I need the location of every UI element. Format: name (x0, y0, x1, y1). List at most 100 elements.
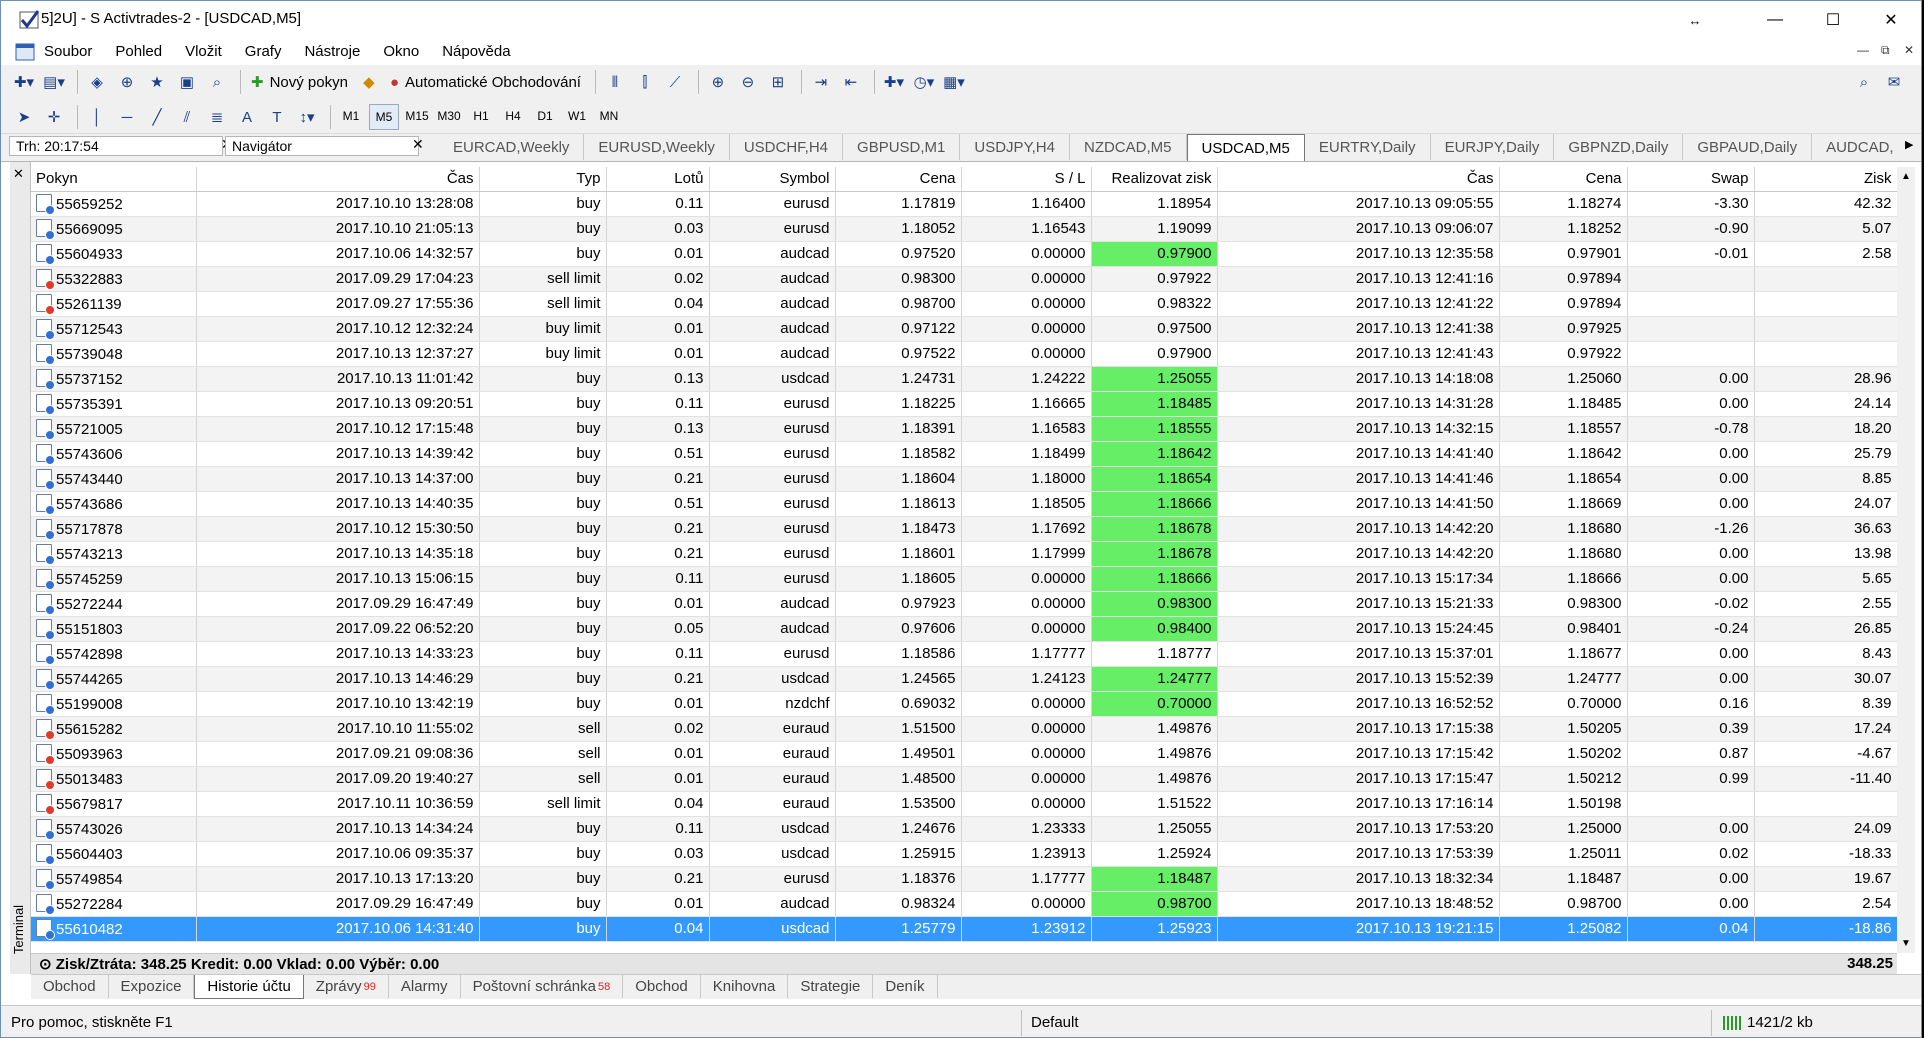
menu-item[interactable]: Nástroje (304, 43, 360, 60)
cursor-icon[interactable]: ➤ (11, 104, 37, 130)
terminal-tab[interactable]: Poštovní schránka 58 (461, 975, 624, 998)
tabs-scroll-right-icon[interactable]: ▶ (1905, 138, 1913, 151)
fibonacci-icon[interactable]: ≣ (204, 104, 230, 130)
column-header[interactable]: Realizovat zisk (1091, 167, 1218, 192)
chart-tab[interactable]: EURUSD,Weekly (584, 134, 730, 160)
navigator-panel-label[interactable]: Navigátor (225, 136, 419, 156)
table-row[interactable]: 55261139 2017.09.27 17:55:36 sell limit 0.0… (31, 291, 1898, 317)
chart-tab[interactable]: EURTRY,Daily (1305, 134, 1431, 160)
timeframe-m15-button[interactable]: M15 (403, 104, 431, 128)
bar-chart-icon[interactable]: ⫴ (602, 69, 628, 95)
table-row[interactable]: 55743606 2017.10.13 14:39:42 buy 0.51 eurusd… (31, 441, 1898, 467)
timeframe-mn-button[interactable]: MN (595, 104, 623, 128)
table-row[interactable]: 55745259 2017.10.13 15:06:15 buy 0.11 eurusd… (31, 566, 1898, 592)
chart-tab[interactable]: AUDCAD,M5 (1812, 134, 1893, 160)
timeframe-h1-button[interactable]: H1 (467, 104, 495, 128)
line-chart-icon[interactable]: ⟋ (662, 69, 688, 95)
close-button[interactable]: ✕ (1863, 1, 1919, 39)
market-watch-icon[interactable]: ◈ (84, 69, 110, 95)
templates-icon[interactable]: ▦▾ (941, 69, 967, 95)
text-label-icon[interactable]: T (264, 104, 290, 130)
table-row[interactable]: 55743213 2017.10.13 14:35:18 buy 0.21 eurusd… (31, 541, 1898, 567)
periods-icon[interactable]: ◷▾ (911, 69, 937, 95)
table-row[interactable]: 55093963 2017.09.21 09:08:36 sell 0.01 eurau… (31, 741, 1898, 767)
chart-tab[interactable]: EURJPY,Daily (1431, 134, 1555, 160)
table-row[interactable]: 55199008 2017.10.10 13:42:19 buy 0.01 nzdchf… (31, 691, 1898, 717)
column-header[interactable]: Lotů (606, 167, 710, 192)
table-row[interactable]: 55712543 2017.10.12 12:32:24 buy limit 0.01… (31, 316, 1898, 342)
column-header[interactable]: Cena (835, 167, 962, 192)
chart-tab[interactable]: GBPNZD,Daily (1554, 134, 1684, 160)
menu-item[interactable]: Pohled (115, 43, 162, 60)
meta-editor-icon[interactable]: ◆ (356, 69, 382, 95)
menu-item[interactable]: Vložit (185, 43, 222, 60)
table-row[interactable]: 55744265 2017.10.13 14:46:29 buy 0.21 usdcad… (31, 666, 1898, 692)
table-row[interactable]: 55669095 2017.10.10 21:05:13 buy 0.03 eurusd… (31, 216, 1898, 242)
new-chart-icon[interactable]: ✚▾ (11, 69, 37, 95)
table-row[interactable]: 55615282 2017.10.10 11:55:02 sell 0.02 eurau… (31, 716, 1898, 742)
table-row[interactable]: 55679817 2017.10.11 10:36:59 sell limit 0.0… (31, 791, 1898, 817)
table-row[interactable]: 55604403 2017.10.06 09:35:37 buy 0.03 usdcad… (31, 841, 1898, 867)
chart-tab[interactable]: NZDCAD,M5 (1070, 134, 1187, 160)
auto-scroll-icon[interactable]: ⇥ (808, 69, 834, 95)
horizontal-line-icon[interactable]: ─ (114, 104, 140, 130)
column-header[interactable]: Cena (1499, 167, 1628, 192)
column-header[interactable]: Čas (196, 167, 480, 192)
candlestick-icon[interactable]: ⫿ (632, 69, 658, 95)
table-row[interactable]: 55737152 2017.10.13 11:01:42 buy 0.13 usdcad… (31, 366, 1898, 392)
navigator-close-icon[interactable]: ✕ (412, 136, 424, 153)
table-row[interactable]: 55742898 2017.10.13 14:33:23 buy 0.11 eurusd… (31, 641, 1898, 667)
chat-icon[interactable]: ✉ (1881, 69, 1907, 95)
chart-tab[interactable]: GBPUSD,M1 (843, 134, 961, 160)
profiles-icon[interactable]: ▤▾ (41, 69, 67, 95)
menu-item[interactable]: Soubor (44, 43, 92, 60)
timeframe-m30-button[interactable]: M30 (435, 104, 463, 128)
column-header[interactable]: S / L (961, 167, 1092, 192)
data-window-icon[interactable]: ⊕ (114, 69, 140, 95)
vertical-scrollbar[interactable]: ▲ ▼ (1897, 167, 1915, 953)
terminal-tab[interactable]: Zprávy 99 (304, 975, 389, 998)
text-icon[interactable]: A (234, 104, 260, 130)
column-header[interactable]: Typ (479, 167, 607, 192)
scroll-down-icon[interactable]: ▼ (1901, 938, 1911, 949)
timeframe-m5-button[interactable]: M5 (369, 104, 399, 130)
table-row[interactable]: 55151803 2017.09.22 06:52:20 buy 0.05 audcad… (31, 616, 1898, 642)
indicators-icon[interactable]: ✚▾ (881, 69, 907, 95)
table-row[interactable]: 55717878 2017.10.12 15:30:50 buy 0.21 eurusd… (31, 516, 1898, 542)
zoom-in-icon[interactable]: ⊕ (705, 69, 731, 95)
terminal-tab[interactable]: Expozice (109, 975, 195, 998)
terminal-tab[interactable]: Knihovna (701, 975, 789, 998)
table-row[interactable]: 55721005 2017.10.12 17:15:48 buy 0.13 eurusd… (31, 416, 1898, 442)
scroll-up-icon[interactable]: ▲ (1901, 171, 1911, 182)
menu-item[interactable]: Okno (383, 43, 419, 60)
chart-tab[interactable]: USDCHF,H4 (730, 134, 844, 160)
terminal-icon[interactable]: ▣ (174, 69, 200, 95)
timeframe-d1-button[interactable]: D1 (531, 104, 559, 128)
terminal-tab[interactable]: Strategie (788, 975, 874, 998)
table-row[interactable]: 55743686 2017.10.13 14:40:35 buy 0.51 eurusd… (31, 491, 1898, 517)
chart-tab[interactable]: USDCAD,M5 (1186, 134, 1305, 161)
column-header[interactable]: Čas (1217, 167, 1500, 192)
column-header[interactable]: Swap (1627, 167, 1755, 192)
timeframe-m1-button[interactable]: M1 (337, 104, 365, 128)
new-order-button[interactable]: ✚ Nový pokyn (247, 69, 352, 95)
chart-tab[interactable]: USDJPY,H4 (960, 134, 1070, 160)
table-row[interactable]: 55735391 2017.10.13 09:20:51 buy 0.11 eurusd… (31, 391, 1898, 417)
terminal-tab[interactable]: Alarmy (389, 975, 461, 998)
chart-tab[interactable]: GBPAUD,Daily (1683, 134, 1813, 160)
market-watch-panel-label[interactable]: Trh: 20:17:54 (9, 136, 223, 156)
terminal-tab[interactable]: Obchod (31, 975, 109, 998)
mdi-minimize-button[interactable]: — (1857, 43, 1869, 57)
minimize-button[interactable]: — (1747, 1, 1803, 39)
trendline-icon[interactable]: ╱ (144, 104, 170, 130)
column-header[interactable]: Pokyn (31, 167, 197, 192)
timeframe-w1-button[interactable]: W1 (563, 104, 591, 128)
zoom-out-icon[interactable]: ⊖ (735, 69, 761, 95)
menu-item[interactable]: Grafy (245, 43, 282, 60)
table-row[interactable]: 55743026 2017.10.13 14:34:24 buy 0.11 usdcad… (31, 816, 1898, 842)
channel-icon[interactable]: ⫽ (174, 104, 200, 130)
maximize-button[interactable]: ☐ (1805, 1, 1861, 39)
terminal-tab[interactable]: Historie účtu (194, 975, 304, 999)
vertical-line-icon[interactable]: │ (84, 104, 110, 130)
table-row[interactable]: 55013483 2017.09.20 19:40:27 sell 0.01 eurau… (31, 766, 1898, 792)
